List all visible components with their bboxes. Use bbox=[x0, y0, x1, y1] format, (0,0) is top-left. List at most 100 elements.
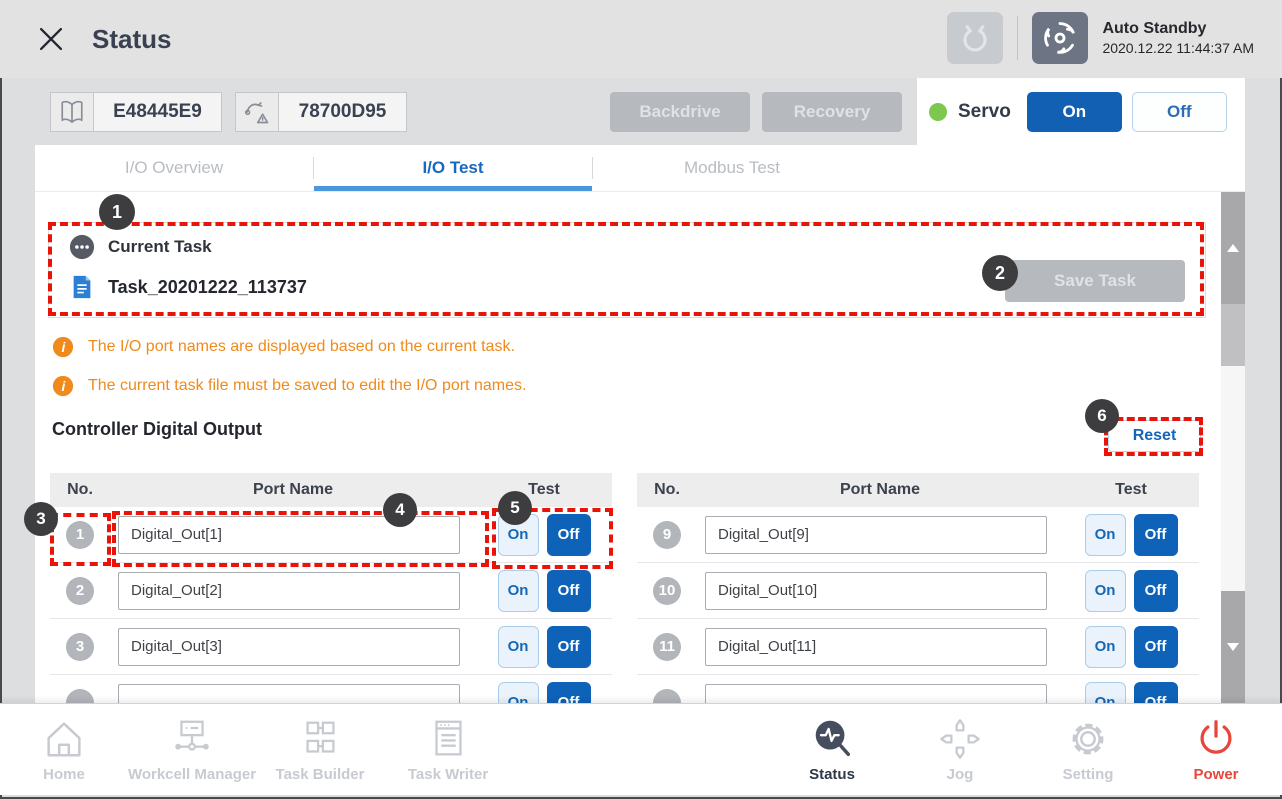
nav-item-workcell-manager[interactable]: Workcell Manager bbox=[128, 704, 256, 795]
test-on-button[interactable]: On bbox=[498, 626, 539, 668]
nav-item-label: Jog bbox=[947, 766, 974, 783]
io-table-right: No. Port Name Test 9 On Off 10 On bbox=[637, 473, 1199, 703]
nav-item-status[interactable]: Status bbox=[768, 704, 896, 795]
nav-item-setting[interactable]: Setting bbox=[1024, 704, 1152, 795]
nav-item-label: Power bbox=[1193, 766, 1238, 783]
test-on-button[interactable]: On bbox=[1085, 514, 1126, 556]
test-cell: On Off bbox=[1063, 682, 1199, 704]
col-header-no: No. bbox=[50, 481, 110, 499]
row-number-cell: 1 bbox=[50, 521, 110, 549]
home-icon bbox=[41, 716, 87, 762]
tab-io-test[interactable]: I/O Test bbox=[314, 145, 592, 191]
test-cell: On Off bbox=[476, 514, 612, 556]
recovery-button[interactable]: Recovery bbox=[762, 92, 902, 132]
col-header-port-name: Port Name bbox=[697, 481, 1063, 499]
port-name-input[interactable] bbox=[118, 516, 460, 554]
port-name-cell bbox=[110, 684, 476, 704]
controller-id-value: E48445E9 bbox=[94, 92, 222, 132]
test-on-button[interactable]: On bbox=[498, 570, 539, 612]
notice-text: The current task file must be saved to e… bbox=[88, 377, 526, 395]
tab-modbus-test[interactable]: Modbus Test bbox=[593, 145, 871, 191]
io-table: No. Port Name Test 1 On Off 2 On bbox=[50, 473, 1200, 703]
col-header-no: No. bbox=[637, 481, 697, 499]
port-name-input[interactable] bbox=[118, 572, 460, 610]
io-table-left: No. Port Name Test 1 On Off 2 On bbox=[50, 473, 612, 703]
nav-item-label: Status bbox=[809, 766, 855, 783]
tab-io-overview[interactable]: I/O Overview bbox=[35, 145, 313, 191]
test-off-button[interactable]: Off bbox=[1134, 682, 1178, 704]
port-name-input[interactable] bbox=[118, 684, 460, 704]
table-row: On Off bbox=[637, 675, 1199, 703]
section-heading: Controller Digital Output bbox=[52, 419, 262, 440]
servo-off-button[interactable]: Off bbox=[1132, 92, 1227, 132]
jog-icon bbox=[937, 716, 983, 762]
gripper-tool-button[interactable] bbox=[947, 12, 1003, 64]
port-name-input[interactable] bbox=[705, 628, 1047, 666]
close-button[interactable] bbox=[30, 18, 72, 60]
nav-item-jog[interactable]: Jog bbox=[896, 704, 1024, 795]
notice-row: The I/O port names are displayed based o… bbox=[52, 335, 515, 359]
port-name-input[interactable] bbox=[705, 516, 1047, 554]
test-off-button[interactable]: Off bbox=[1134, 626, 1178, 668]
robot-warning-icon bbox=[235, 92, 279, 132]
main-panel: I/O Overview I/O Test Modbus Test Curren… bbox=[35, 145, 1245, 703]
table-row: 2 On Off bbox=[50, 563, 612, 619]
test-off-button[interactable]: Off bbox=[1134, 514, 1178, 556]
nav-spacer bbox=[512, 704, 768, 795]
current-task-card: Current Task Task_20201222_113737 Save T… bbox=[48, 222, 1206, 318]
reset-button[interactable]: Reset bbox=[1108, 420, 1201, 452]
row-number-badge: 3 bbox=[66, 633, 94, 661]
row-number-badge: 9 bbox=[653, 521, 681, 549]
row-number-badge bbox=[66, 689, 94, 704]
col-header-test: Test bbox=[1063, 481, 1199, 499]
table-row: 1 On Off bbox=[50, 507, 612, 563]
scrollbar-track[interactable] bbox=[1221, 366, 1245, 591]
scrollbar-thumb[interactable] bbox=[1221, 304, 1245, 366]
chevron-up-icon bbox=[1227, 244, 1239, 252]
save-task-button[interactable]: Save Task bbox=[1005, 260, 1185, 302]
status-icon bbox=[809, 716, 855, 762]
port-name-cell bbox=[697, 628, 1063, 666]
port-name-cell bbox=[697, 516, 1063, 554]
table-row: 3 On Off bbox=[50, 619, 612, 675]
current-task-label: Current Task bbox=[108, 237, 212, 257]
scroll-down-button[interactable] bbox=[1221, 591, 1245, 703]
row-number-badge bbox=[653, 689, 681, 704]
test-cell: On Off bbox=[1063, 570, 1199, 612]
test-off-button[interactable]: Off bbox=[1134, 570, 1178, 612]
bottom-nav: Home Workcell Manager Task Builder Task … bbox=[0, 703, 1282, 795]
scroll-up-button[interactable] bbox=[1221, 192, 1245, 304]
test-off-button[interactable]: Off bbox=[547, 570, 591, 612]
test-off-button[interactable]: Off bbox=[547, 514, 591, 556]
row-number-badge: 10 bbox=[653, 577, 681, 605]
gripper-icon bbox=[954, 17, 996, 59]
backdrive-button[interactable]: Backdrive bbox=[610, 92, 750, 132]
table-row: 9 On Off bbox=[637, 507, 1199, 563]
nav-item-task-writer[interactable]: Task Writer bbox=[384, 704, 512, 795]
nav-item-label: Task Builder bbox=[276, 766, 365, 783]
test-on-button[interactable]: On bbox=[1085, 570, 1126, 612]
page-title: Status bbox=[92, 24, 171, 55]
robot-mode-button[interactable] bbox=[1032, 12, 1088, 64]
test-on-button[interactable]: On bbox=[1085, 682, 1126, 704]
robot-mode-label: Auto Standby bbox=[1102, 18, 1254, 40]
notice-row: The current task file must be saved to e… bbox=[52, 374, 526, 398]
servo-on-button[interactable]: On bbox=[1027, 92, 1122, 132]
port-name-input[interactable] bbox=[118, 628, 460, 666]
test-off-button[interactable]: Off bbox=[547, 626, 591, 668]
task-writer-icon bbox=[425, 716, 471, 762]
swirl-icon bbox=[1039, 17, 1081, 59]
test-on-button[interactable]: On bbox=[498, 682, 539, 704]
nav-item-label: Workcell Manager bbox=[128, 766, 256, 783]
port-name-cell bbox=[697, 684, 1063, 704]
test-off-button[interactable]: Off bbox=[547, 682, 591, 704]
table-row: 11 On Off bbox=[637, 619, 1199, 675]
port-name-input[interactable] bbox=[705, 684, 1047, 704]
nav-item-task-builder[interactable]: Task Builder bbox=[256, 704, 384, 795]
nav-item-home[interactable]: Home bbox=[0, 704, 128, 795]
nav-item-power[interactable]: Power bbox=[1152, 704, 1280, 795]
port-name-input[interactable] bbox=[705, 572, 1047, 610]
test-on-button[interactable]: On bbox=[498, 514, 539, 556]
test-on-button[interactable]: On bbox=[1085, 626, 1126, 668]
current-task-row: Current Task bbox=[69, 234, 212, 260]
